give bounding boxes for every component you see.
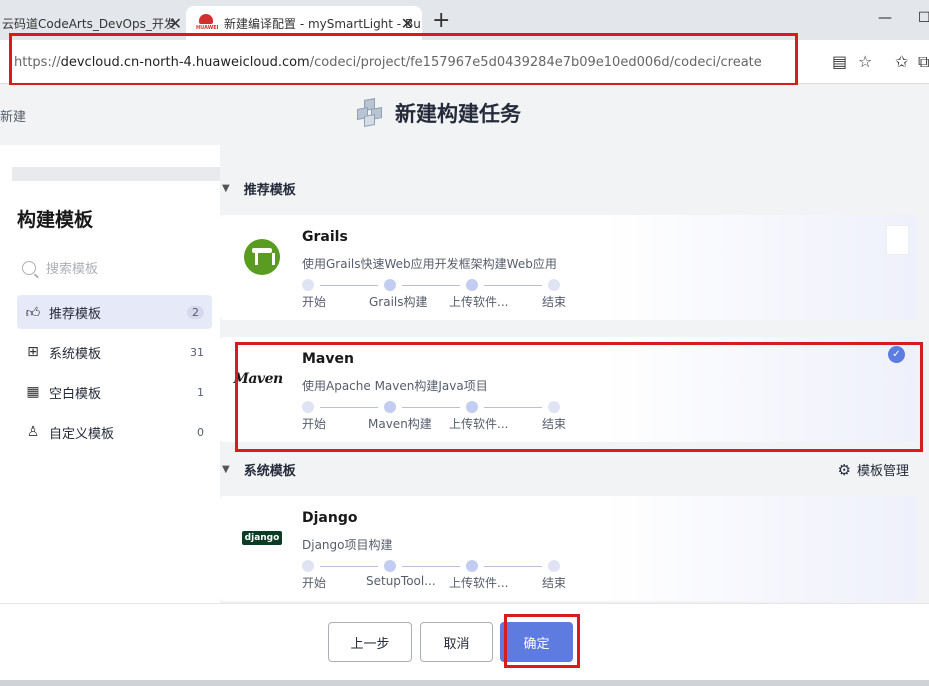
- step-dot: [302, 560, 314, 572]
- template-card-grails[interactable]: Grails 使用Grails快速Web应用开发框架构建Web应用 开始 Gra…: [220, 215, 917, 320]
- huawei-logo-icon: [196, 14, 219, 31]
- favorite-star-icon[interactable]: ☆: [858, 52, 872, 71]
- user-icon: ♙: [26, 424, 40, 440]
- sidebar-item-system[interactable]: ⊞ 系统模板 31: [17, 335, 212, 369]
- step-label: 上传软件...: [449, 295, 509, 309]
- section-title: 系统模板: [243, 464, 296, 479]
- prev-step-button[interactable]: 上一步: [328, 622, 412, 662]
- sidebar-item-count: 1: [197, 385, 204, 399]
- step-label: 结束: [542, 576, 567, 590]
- step-dot: [548, 560, 560, 572]
- grails-logo-icon: [240, 237, 284, 277]
- sidebar-item-label: 空白模板: [49, 386, 102, 402]
- django-logo-icon: django: [240, 518, 284, 558]
- card-desc: 使用Grails快速Web应用开发框架构建Web应用: [302, 257, 557, 271]
- step-dot: [384, 560, 396, 572]
- sidebar-title: 构建模板: [17, 209, 94, 231]
- sidebar-item-custom[interactable]: ♙ 自定义模板 0: [17, 415, 212, 449]
- card-name: Grails: [302, 229, 348, 245]
- sidebar-item-count: 0: [197, 425, 204, 439]
- close-icon[interactable]: ✕: [169, 14, 182, 33]
- dialog-footer: 上一步 取消 确定: [0, 603, 929, 686]
- card-checkbox[interactable]: [886, 225, 909, 255]
- tab-actions-icon[interactable]: ⧉: [918, 52, 929, 72]
- calendar-icon: ▦: [26, 384, 40, 400]
- maven-highlight-annotation: [235, 342, 923, 452]
- sidebar-item-label: 系统模板: [49, 346, 102, 362]
- step-label: Grails构建: [369, 295, 428, 309]
- gear-icon: ⚙: [837, 460, 851, 479]
- step-label: 结束: [542, 295, 567, 309]
- step-line: [484, 566, 542, 567]
- url-highlight-annotation: [9, 33, 798, 86]
- chevron-down-icon: ▼: [222, 464, 230, 475]
- step-line: [320, 285, 378, 286]
- new-tab-icon[interactable]: +: [432, 8, 450, 33]
- sidebar-item-label: 自定义模板: [49, 426, 115, 442]
- step-dot: [466, 279, 478, 291]
- tab-title: 云码道CodeArts_DevOps_开发: [2, 16, 176, 31]
- tab-title: 新建编译配置 - mySmartLight - Bu: [224, 16, 421, 31]
- step-line: [320, 566, 378, 567]
- step-dot: [384, 279, 396, 291]
- section-recommended[interactable]: ▼ 推荐模板: [220, 179, 296, 198]
- step-dot: [302, 279, 314, 291]
- template-card-django[interactable]: django Django Django项目构建 开始 SetupTool...…: [220, 496, 917, 601]
- build-cube-icon: [355, 98, 385, 128]
- cancel-button[interactable]: 取消: [420, 622, 493, 662]
- sidebar-top-strip: [12, 167, 220, 181]
- step-dot: [548, 279, 560, 291]
- search-placeholder: 搜索模板: [46, 262, 99, 277]
- search-icon: [22, 260, 36, 275]
- step-line: [402, 285, 460, 286]
- breadcrumb[interactable]: 新建: [0, 106, 26, 125]
- chevron-down-icon: ▼: [222, 183, 230, 194]
- step-label: SetupTool...: [366, 574, 436, 588]
- minimize-icon[interactable]: —: [878, 10, 892, 26]
- maximize-icon[interactable]: ☐: [918, 10, 929, 26]
- card-name: Django: [302, 510, 358, 526]
- step-label: 开始: [302, 295, 327, 309]
- section-title: 推荐模板: [243, 183, 296, 198]
- step-line: [484, 285, 542, 286]
- page-header: 新建构建任务: [355, 98, 521, 128]
- confirm-highlight-annotation: [504, 614, 580, 668]
- sidebar-item-count: 31: [190, 345, 204, 359]
- step-dot: [466, 560, 478, 572]
- template-sidebar: 构建模板 搜索模板 👍︎ 推荐模板 2 ⊞ 系统模板 31 ▦ 空白模板 1 ♙…: [0, 145, 220, 605]
- sidebar-item-label: 推荐模板: [49, 306, 102, 322]
- card-steps: 开始 SetupTool... 上传软件... 结束: [302, 560, 566, 590]
- close-icon[interactable]: ✕: [401, 14, 414, 33]
- thumbs-up-icon: 👍︎: [25, 304, 41, 321]
- step-label: 上传软件...: [449, 576, 509, 590]
- sidebar-item-recommended[interactable]: 👍︎ 推荐模板 2: [17, 295, 212, 329]
- grid-icon: ⊞: [27, 344, 39, 360]
- page-title: 新建构建任务: [395, 102, 521, 126]
- step-label: 开始: [302, 576, 327, 590]
- template-manage-button[interactable]: ⚙ 模板管理: [837, 460, 909, 480]
- card-desc: Django项目构建: [302, 538, 393, 552]
- taskbar-strip: [0, 680, 929, 686]
- section-system[interactable]: ▼ 系统模板: [220, 460, 296, 479]
- template-manage-label: 模板管理: [856, 464, 909, 479]
- sidebar-item-count: 2: [187, 305, 204, 319]
- search-input[interactable]: 搜索模板: [22, 258, 98, 277]
- step-line: [402, 566, 460, 567]
- favorites-icon[interactable]: ✩: [895, 52, 908, 71]
- django-logo-text: django: [241, 531, 283, 545]
- reader-mode-icon[interactable]: ▤: [832, 52, 847, 71]
- card-steps: 开始 Grails构建 上传软件... 结束: [302, 279, 566, 309]
- sidebar-item-blank[interactable]: ▦ 空白模板 1: [17, 375, 212, 409]
